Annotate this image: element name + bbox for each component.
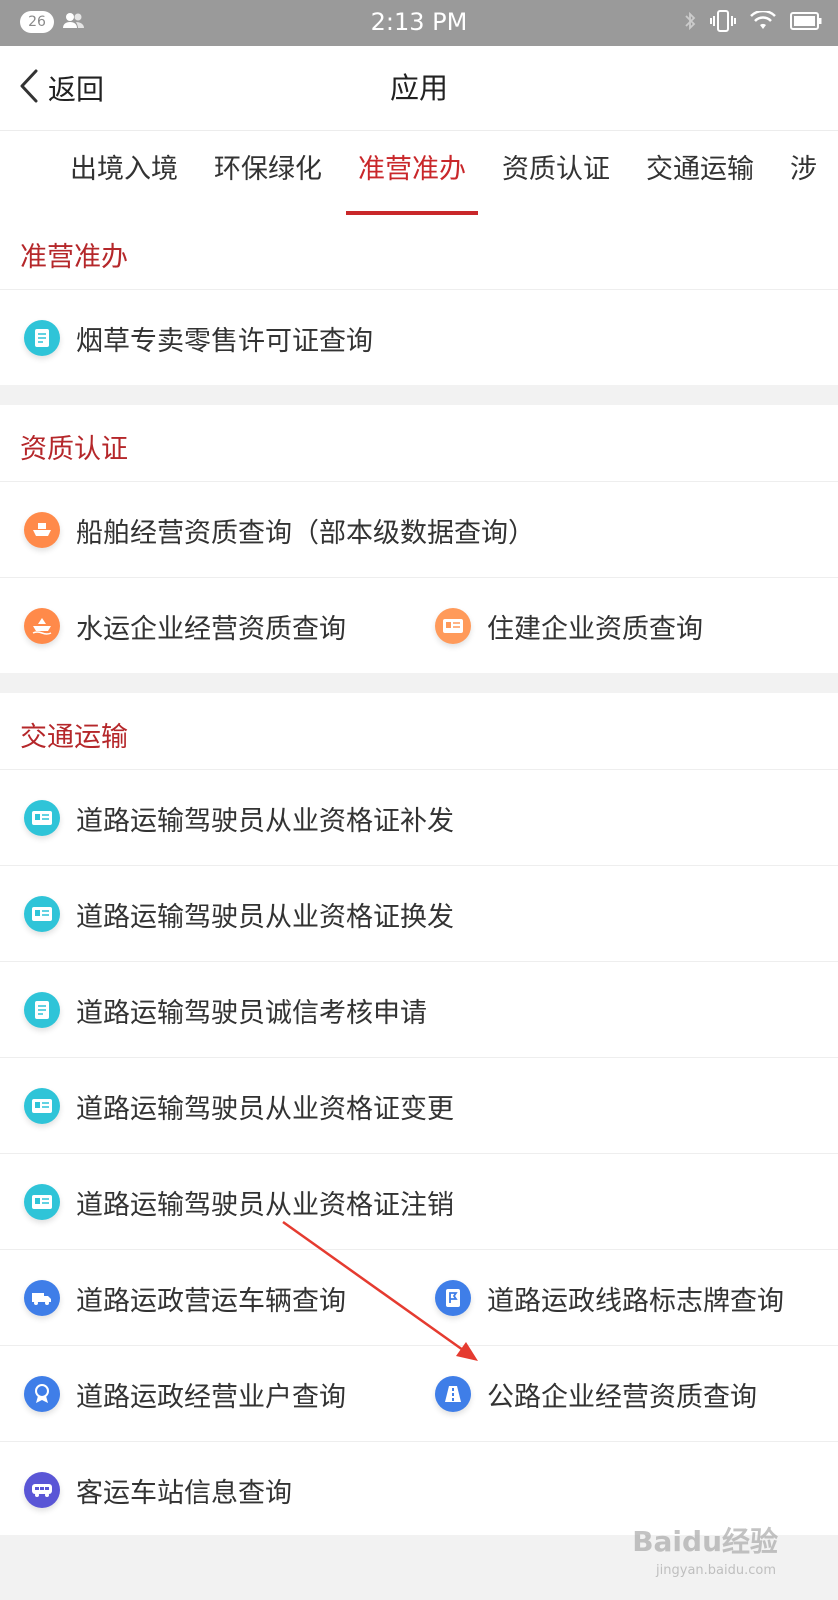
list-row: 道路运政经营业户查询 公路企业经营资质查询 <box>0 1345 838 1442</box>
sign-icon <box>435 1280 471 1316</box>
item-label: 道路运输驾驶员从业资格证变更 <box>76 1093 454 1125</box>
item-label: 道路运政营运车辆查询 <box>76 1285 346 1317</box>
item-label: 道路运输驾驶员从业资格证注销 <box>76 1189 454 1221</box>
section-title: 准营准办 <box>20 242 128 273</box>
id-card-icon <box>24 896 60 932</box>
app-item[interactable]: 道路运政经营业户查询 <box>24 1346 346 1442</box>
item-label: 公路企业经营资质查询 <box>487 1381 757 1413</box>
app-item[interactable]: 道路运政线路标志牌查询 <box>435 1250 784 1346</box>
vibrate-icon <box>710 10 736 36</box>
id-card-icon <box>435 608 471 644</box>
list-row: 道路运输驾驶员从业资格证变更 <box>0 1057 838 1154</box>
app-item[interactable]: 道路运政营运车辆查询 <box>24 1250 346 1346</box>
nav-bar: 返回 应用 <box>0 46 838 131</box>
item-label: 烟草专卖零售许可证查询 <box>76 325 373 357</box>
boat-icon <box>24 608 60 644</box>
back-label: 返回 <box>48 73 105 106</box>
app-item[interactable]: 烟草专卖零售许可证查询 <box>24 290 373 386</box>
road-icon <box>435 1376 471 1412</box>
app-item[interactable]: 水运企业经营资质查询 <box>24 578 346 674</box>
app-item[interactable]: 公路企业经营资质查询 <box>435 1346 757 1442</box>
document-icon <box>24 992 60 1028</box>
item-label: 道路运政经营业户查询 <box>76 1381 346 1413</box>
app-item[interactable]: 道路运输驾驶员诚信考核申请 <box>24 962 427 1058</box>
list-row: 道路运政营运车辆查询 道路运政线路标志牌查询 <box>0 1249 838 1346</box>
id-card-icon <box>24 1088 60 1124</box>
app-item[interactable]: 客运车站信息查询 <box>24 1442 292 1538</box>
id-card-icon <box>24 1184 60 1220</box>
tab-transportation[interactable]: 交通运输 <box>646 131 754 217</box>
item-label: 住建企业资质查询 <box>487 613 703 645</box>
list-row: 水运企业经营资质查询 住建企业资质查询 <box>0 577 838 674</box>
list-row: 道路运输驾驶员从业资格证注销 <box>0 1153 838 1250</box>
document-icon <box>24 320 60 356</box>
wifi-icon <box>750 9 776 35</box>
back-button[interactable]: 返回 <box>18 46 104 130</box>
id-card-icon <box>24 800 60 836</box>
category-tabs: 研 出境入境 环保绿化 准营准办 资质认证 交通运输 涉 <box>0 131 838 217</box>
truck-icon <box>24 1280 60 1316</box>
tab-entry-exit[interactable]: 出境入境 <box>70 131 178 217</box>
tab-qualification[interactable]: 资质认证 <box>502 131 610 217</box>
section-business-permits: 准营准办 烟草专卖零售许可证查询 <box>0 217 838 385</box>
tab-environment[interactable]: 环保绿化 <box>214 131 322 217</box>
battery-icon <box>790 11 822 35</box>
list-row: 道路运输驾驶员从业资格证换发 <box>0 865 838 962</box>
tab-business-permits[interactable]: 准营准办 <box>346 131 478 217</box>
active-tab-indicator <box>346 211 478 215</box>
chevron-left-icon <box>18 68 40 108</box>
status-bar: 26 2:13 PM <box>0 0 838 46</box>
baidu-watermark-url: jingyan.baidu.com <box>656 1563 776 1578</box>
app-item[interactable]: 船舶经营资质查询（部本级数据查询） <box>24 482 535 578</box>
list-row: 船舶经营资质查询（部本级数据查询） <box>0 481 838 578</box>
ship-icon <box>24 512 60 548</box>
app-item[interactable]: 道路运输驾驶员从业资格证注销 <box>24 1154 454 1250</box>
app-item[interactable]: 道路运输驾驶员从业资格证补发 <box>24 770 454 866</box>
item-label: 道路运输驾驶员从业资格证换发 <box>76 901 454 933</box>
bus-icon <box>24 1472 60 1508</box>
tab-more[interactable]: 涉 <box>790 131 817 217</box>
bluetooth-icon <box>684 10 696 36</box>
app-item[interactable]: 道路运输驾驶员从业资格证换发 <box>24 866 454 962</box>
section-qualification: 资质认证 船舶经营资质查询（部本级数据查询） 水运企业经营资质查询 住建企业资质… <box>0 405 838 673</box>
item-label: 道路运输驾驶员诚信考核申请 <box>76 997 427 1029</box>
item-label: 道路运输驾驶员从业资格证补发 <box>76 805 454 837</box>
page-title: 应用 <box>389 71 448 105</box>
list-row: 道路运输驾驶员从业资格证补发 <box>0 769 838 866</box>
section-title: 交通运输 <box>20 722 128 753</box>
item-label: 道路运政线路标志牌查询 <box>487 1285 784 1317</box>
list-row: 道路运输驾驶员诚信考核申请 <box>0 961 838 1058</box>
app-item[interactable]: 住建企业资质查询 <box>435 578 703 674</box>
baidu-watermark: Baidu经验 <box>632 1525 778 1558</box>
status-right <box>684 9 822 36</box>
section-title: 资质认证 <box>20 434 128 465</box>
item-label: 客运车站信息查询 <box>76 1477 292 1509</box>
list-row: 烟草专卖零售许可证查询 <box>0 289 838 386</box>
badge-icon <box>24 1376 60 1412</box>
item-label: 水运企业经营资质查询 <box>76 613 346 645</box>
section-transportation: 交通运输 道路运输驾驶员从业资格证补发 道路运输驾驶员从业资格证换发 道路运输驾… <box>0 693 838 1535</box>
app-item[interactable]: 道路运输驾驶员从业资格证变更 <box>24 1058 454 1154</box>
item-label: 船舶经营资质查询（部本级数据查询） <box>76 517 535 549</box>
tab-research[interactable]: 研 <box>0 131 1 217</box>
